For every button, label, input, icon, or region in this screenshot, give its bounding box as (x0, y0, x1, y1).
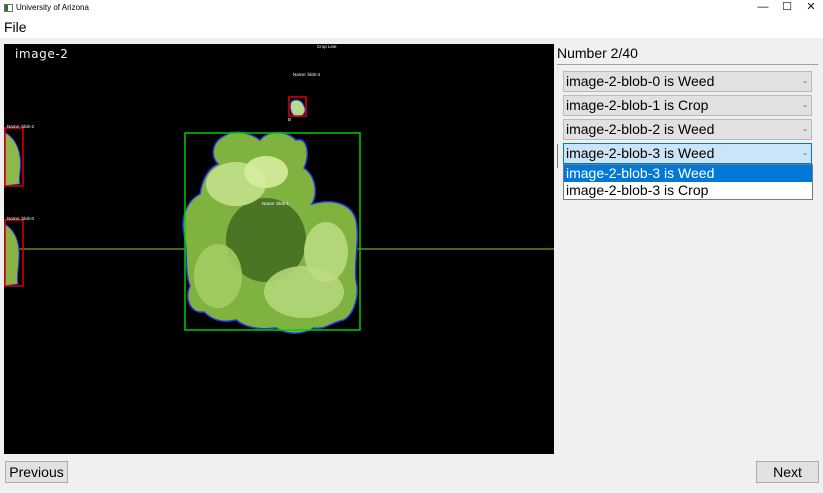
image-canvas[interactable]: image-2 Crop Line Name: blob-3 B Name: b… (4, 44, 554, 454)
blob-0-classification-select[interactable]: image-2-blob-0 is Weed ⌄ (563, 71, 812, 92)
focus-indicator (557, 144, 558, 168)
chevron-down-icon: ⌄ (802, 150, 808, 157)
dropdown-option-crop[interactable]: image-2-blob-3 is Crop (564, 182, 812, 199)
blob-2-classification-select[interactable]: image-2-blob-2 is Weed ⌄ (563, 119, 812, 140)
crop-line-label: Crop Line (317, 44, 337, 49)
weed-blob-0 (4, 219, 24, 287)
blob-3-dropdown-list: image-2-blob-3 is Weed image-2-blob-3 is… (563, 164, 813, 200)
maximize-button[interactable]: ☐ (774, 0, 800, 16)
window-title: University of Arizona (16, 3, 89, 12)
blob-3-tag-label: B (288, 117, 292, 122)
chevron-down-icon: ⌄ (802, 126, 808, 133)
blob-1-select-value: image-2-blob-1 is Crop (566, 97, 709, 113)
number-counter: Number 2/40 (557, 45, 638, 61)
blob-0-select-value: image-2-blob-0 is Weed (566, 73, 715, 89)
chevron-down-icon: ⌄ (802, 102, 808, 109)
dropdown-option-weed[interactable]: image-2-blob-3 is Weed (564, 165, 812, 182)
blob-0-name-label: Name: blob-0 (7, 216, 35, 221)
image-label: image-2 (15, 47, 69, 61)
blob-1-name-label: Name: blob-1 (262, 201, 290, 206)
blob-3-select-value: image-2-blob-3 is Weed (566, 145, 715, 161)
chevron-down-icon: ⌄ (802, 78, 808, 85)
weed-blob-2 (4, 127, 24, 187)
close-button[interactable]: ✕ (798, 0, 823, 16)
crop-lettuce (182, 131, 361, 334)
menu-file[interactable]: File (4, 19, 27, 36)
next-button[interactable]: Next (756, 461, 819, 483)
previous-button[interactable]: Previous (5, 461, 68, 483)
blob-2-select-value: image-2-blob-2 is Weed (566, 121, 715, 137)
image-drawing (4, 96, 554, 334)
app-icon (4, 4, 13, 12)
blob-3-classification-select[interactable]: image-2-blob-3 is Weed ⌄ (563, 143, 812, 164)
title-bar: University of Arizona — ☐ ✕ (0, 0, 823, 16)
weed-blob-3 (288, 96, 307, 118)
menu-bar: File (0, 16, 823, 38)
blob-3-name-label: Name: blob-3 (293, 72, 321, 77)
blob-1-classification-select[interactable]: image-2-blob-1 is Crop ⌄ (563, 95, 812, 116)
blob-2-name-label: Name: blob-2 (7, 124, 35, 129)
panel-divider (557, 64, 818, 65)
minimize-button[interactable]: — (750, 0, 776, 16)
